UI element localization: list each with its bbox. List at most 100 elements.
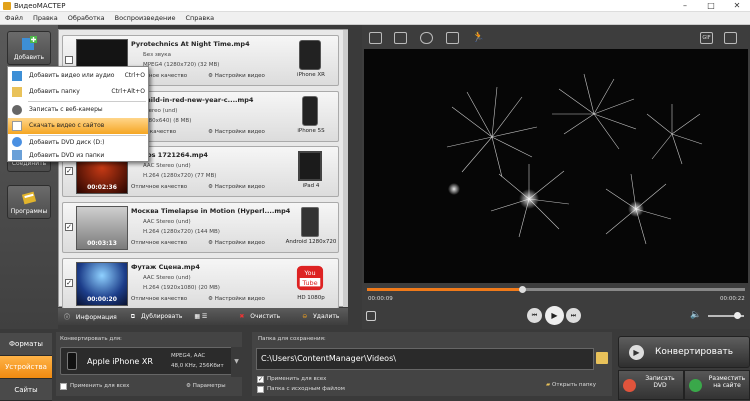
- save-path-input[interactable]: C:\Users\ContentManager\Videos\: [256, 348, 594, 370]
- menu-item-download-video[interactable]: Скачать видео с сайтов: [8, 118, 148, 134]
- convert-icon: ▶: [629, 345, 644, 360]
- list-item[interactable]: ✓ 00:00:20 Футаж Сцена.mp4 AAC Stereo (u…: [62, 258, 339, 309]
- app-icon: [3, 2, 11, 10]
- fullscreen-icon[interactable]: [724, 32, 737, 44]
- video-settings-link[interactable]: ⚙ Настройки видео: [208, 129, 265, 135]
- phone-icon: [67, 352, 77, 370]
- params-button[interactable]: ⚙ Параметры: [186, 383, 226, 389]
- list-scrollbar[interactable]: [343, 30, 348, 307]
- duplicate-button[interactable]: ⧉ Дублировать: [131, 313, 183, 321]
- quality-text[interactable]: Отличное качество: [131, 296, 187, 302]
- menu-item-add-folder[interactable]: Добавить папку Ctrl+Alt+O: [8, 84, 148, 100]
- dvd-icon: [12, 137, 22, 147]
- video-info: H.264 (1280x720) (77 MB): [143, 173, 217, 179]
- maximize-icon[interactable]: □: [698, 0, 724, 12]
- clear-label: Очистить: [250, 313, 281, 320]
- tab-sites[interactable]: Сайты: [0, 379, 52, 401]
- apply-all-checkbox[interactable]: [60, 383, 67, 390]
- rewind-button[interactable]: ⏮: [527, 308, 542, 323]
- crop-icon[interactable]: [369, 32, 382, 44]
- convert-for-header: Конвертировать для:: [60, 336, 122, 342]
- device-name[interactable]: iPhone XR: [285, 72, 337, 78]
- fireworks-image: [446, 73, 703, 245]
- apply-all-save-checkbox[interactable]: ✓: [257, 376, 264, 383]
- item-checkbox[interactable]: ✓: [65, 223, 73, 231]
- audio-info: AAC Stereo (und): [143, 275, 191, 281]
- video-info: H.264 (1920x1080) (20 MB): [143, 285, 220, 291]
- publish-web-button[interactable]: Разместить на сайте: [684, 370, 750, 400]
- menu-file[interactable]: Файл: [5, 14, 23, 22]
- browse-folder-icon[interactable]: [596, 352, 608, 364]
- menu-item-dvd-folder[interactable]: Добавить DVD из папки: [8, 149, 148, 162]
- volume-handle[interactable]: [733, 312, 741, 319]
- volume-slider[interactable]: [708, 312, 744, 319]
- speed-icon[interactable]: 🏃: [472, 32, 485, 44]
- menu-item-label: Скачать видео с сайтов: [29, 122, 105, 129]
- device-name[interactable]: HD 1080p: [285, 295, 337, 301]
- publish-web-label: Разместить на сайте: [708, 375, 746, 389]
- video-settings-link[interactable]: ⚙ Настройки видео: [208, 296, 265, 302]
- convert-for-panel: Конвертировать для: Apple iPhone XR MPEG…: [56, 332, 242, 396]
- settings-label: Настройки видео: [214, 129, 265, 135]
- video-settings-link[interactable]: ⚙ Настройки видео: [208, 240, 265, 246]
- device-name[interactable]: Android 1280x720: [285, 239, 337, 245]
- clear-button[interactable]: ✖ Очистить: [235, 313, 280, 320]
- menu-item-add-video[interactable]: Добавить видео или аудио Ctrl+O: [8, 68, 148, 84]
- video-settings-link[interactable]: ⚙ Настройки видео: [208, 73, 265, 79]
- menu-edit[interactable]: Правка: [33, 14, 58, 22]
- menu-item-add-dvd[interactable]: Добавить DVD диск (D:): [8, 136, 148, 149]
- effects-icon[interactable]: [394, 32, 407, 44]
- video-preview[interactable]: [364, 49, 748, 283]
- settings-label: Настройки видео: [214, 73, 265, 79]
- open-folder-button[interactable]: ▰ Открыть папку: [546, 382, 596, 388]
- seek-bar[interactable]: [367, 286, 745, 293]
- settings-label: Настройки видео: [214, 240, 265, 246]
- tab-formats[interactable]: Форматы: [0, 333, 52, 356]
- menu-playback[interactable]: Воспроизведение: [115, 14, 176, 22]
- device-spec-2: 48,0 KHz, 256Кбит: [171, 363, 224, 369]
- view-toggle[interactable]: ▦ ☰: [194, 313, 207, 320]
- source-folder-checkbox[interactable]: [257, 386, 264, 393]
- brightness-icon[interactable]: [420, 32, 433, 44]
- gif-icon[interactable]: GIF: [700, 32, 713, 44]
- minimize-icon[interactable]: –: [672, 0, 698, 12]
- video-thumbnail[interactable]: 00:03:13: [76, 206, 128, 250]
- video-thumbnail[interactable]: 00:00:20: [76, 262, 128, 306]
- play-button[interactable]: ▶: [545, 306, 564, 325]
- film-add-icon: [22, 36, 37, 50]
- quality-text[interactable]: Отличное качество: [131, 240, 187, 246]
- add-button[interactable]: Добавить: [7, 31, 51, 65]
- info-button[interactable]: ⓘ Информация: [64, 312, 117, 321]
- list-item[interactable]: ✓ 00:03:13 Москва Timelapse in Motion (H…: [62, 202, 339, 253]
- params-label: Параметры: [192, 383, 226, 389]
- device-name[interactable]: iPad 4: [285, 183, 337, 189]
- forward-button[interactable]: ⏭: [566, 308, 581, 323]
- menu-item-webcam[interactable]: Записать с веб-камеры: [8, 102, 148, 118]
- snapshot-icon[interactable]: [366, 311, 376, 321]
- close-icon[interactable]: ✕: [724, 0, 750, 12]
- tab-devices[interactable]: Устройства: [0, 356, 52, 379]
- device-selector[interactable]: Apple iPhone XR MPEG4, AAC 48,0 KHz, 256…: [60, 347, 238, 375]
- convert-button[interactable]: ▶ Конвертировать: [618, 336, 750, 368]
- ipad-icon: [298, 151, 322, 181]
- programs-button[interactable]: Программы: [7, 185, 51, 219]
- video-settings-link[interactable]: ⚙ Настройки видео: [208, 184, 265, 190]
- item-checkbox[interactable]: ✓: [65, 279, 73, 287]
- duration: 00:00:20: [87, 296, 117, 303]
- seek-handle[interactable]: [518, 286, 526, 293]
- menu-process[interactable]: Обработка: [68, 14, 105, 22]
- item-checkbox[interactable]: ✓: [65, 167, 73, 175]
- settings-label: Настройки видео: [214, 296, 265, 302]
- menu-help[interactable]: Справка: [185, 14, 214, 22]
- svg-text:Tube: Tube: [301, 279, 317, 287]
- folder-icon: [12, 87, 22, 97]
- delete-button[interactable]: ⊖ Удалить: [298, 313, 339, 320]
- volume-icon[interactable]: 🔈: [690, 310, 701, 320]
- quality-text[interactable]: Отличное качество: [131, 184, 187, 190]
- burn-dvd-button[interactable]: Записать DVD: [618, 370, 684, 400]
- chevron-down-icon[interactable]: ▼: [231, 347, 242, 377]
- device-name[interactable]: iPhone 5S: [285, 128, 337, 134]
- item-checkbox[interactable]: [65, 56, 73, 64]
- text-icon[interactable]: [446, 32, 459, 44]
- burn-dvd-label: Записать DVD: [645, 375, 675, 389]
